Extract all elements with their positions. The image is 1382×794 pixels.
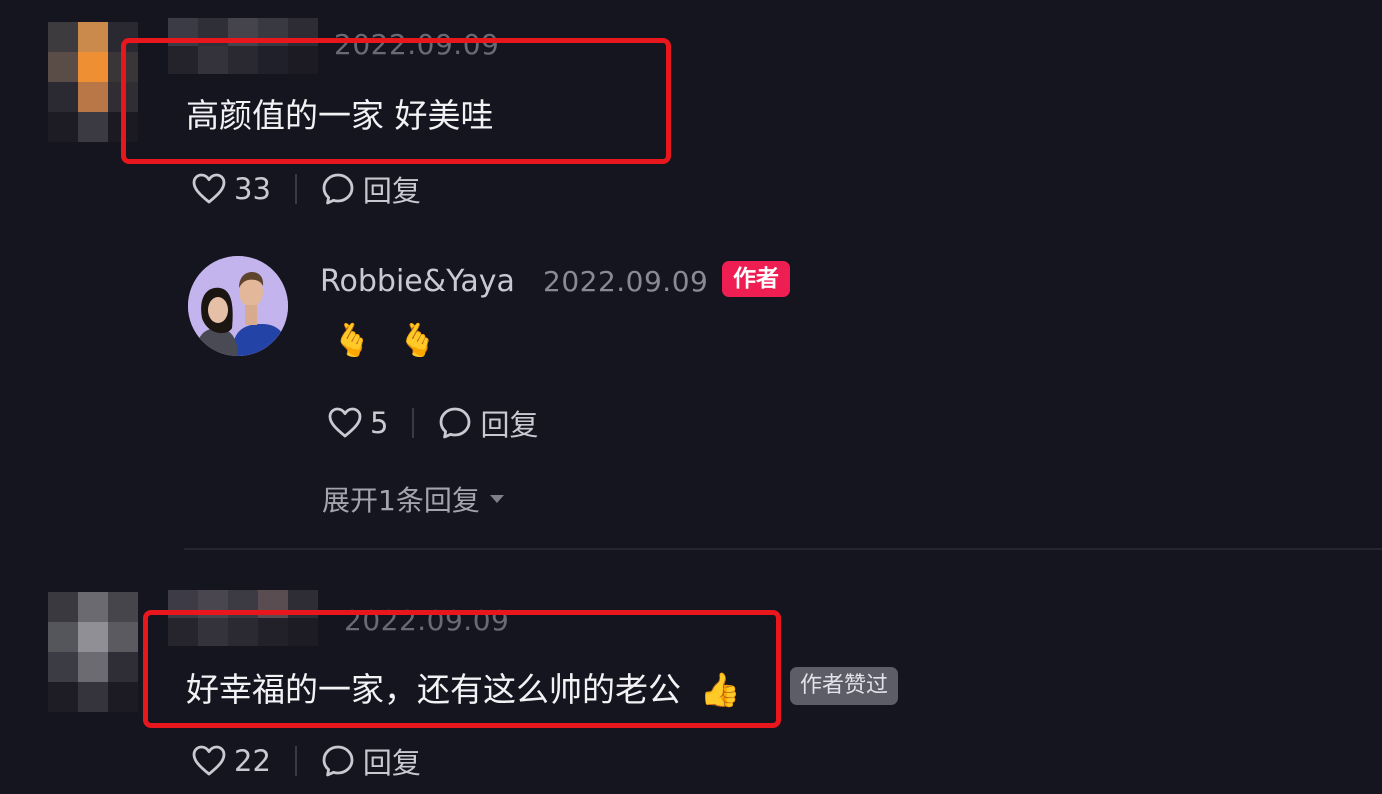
finger-heart-emoji: 🫰: [332, 321, 372, 359]
comment-actions: 22 回复: [192, 741, 421, 781]
like-count: 22: [234, 744, 271, 778]
like-button[interactable]: 33: [192, 172, 271, 206]
like-button[interactable]: 5: [328, 406, 388, 440]
blurred-avatar[interactable]: [48, 592, 138, 712]
speech-bubble-icon: [322, 745, 354, 777]
comment-actions: 33 回复: [192, 169, 421, 209]
finger-heart-emoji: 🫰: [397, 321, 438, 359]
comment-text-content: 好幸福的一家，还有这么帅的老公: [186, 670, 681, 709]
caret-down-icon: [489, 495, 504, 503]
thumbs-up-emoji: 👍: [699, 670, 741, 709]
comment-text: 高颜值的一家 好美哇: [186, 96, 494, 135]
reply-label: 回复: [362, 174, 421, 208]
heart-icon: [192, 745, 226, 776]
author-name[interactable]: Robbie&Yaya: [320, 264, 515, 299]
like-count: 5: [370, 406, 389, 440]
author-photo: [188, 256, 288, 356]
action-divider: [294, 174, 297, 204]
heart-icon: [192, 173, 226, 204]
thread-divider: [184, 548, 1382, 550]
reply-emojis: 🫰 🫰: [332, 321, 438, 359]
expand-replies-button[interactable]: 展开1条回复: [322, 479, 506, 519]
reply-label: 回复: [362, 746, 421, 780]
action-divider: [294, 746, 297, 776]
action-divider: [412, 408, 415, 438]
comment-text: 好幸福的一家，还有这么帅的老公 👍: [186, 663, 741, 711]
author-badge: 作者: [722, 261, 790, 297]
author-avatar[interactable]: [188, 256, 288, 356]
speech-bubble-icon: [440, 407, 471, 439]
reply-button[interactable]: 回复: [321, 740, 421, 782]
reply-actions: 5 回复: [328, 403, 538, 443]
expand-replies-label: 展开1条回复: [322, 484, 480, 517]
reply-button[interactable]: 回复: [438, 402, 538, 444]
reply-button[interactable]: 回复: [321, 168, 421, 210]
comment-thread: 2022.09.09 高颜值的一家 好美哇 33 回复 Robbie&Yaya …: [0, 0, 1382, 794]
heart-icon: [328, 407, 362, 438]
like-button[interactable]: 22: [192, 744, 271, 778]
author-liked-badge: 作者赞过: [790, 667, 899, 705]
speech-bubble-icon: [322, 173, 354, 205]
reply-date: 2022.09.09: [543, 265, 709, 298]
reply-label: 回复: [480, 408, 539, 442]
like-count: 33: [234, 172, 271, 206]
